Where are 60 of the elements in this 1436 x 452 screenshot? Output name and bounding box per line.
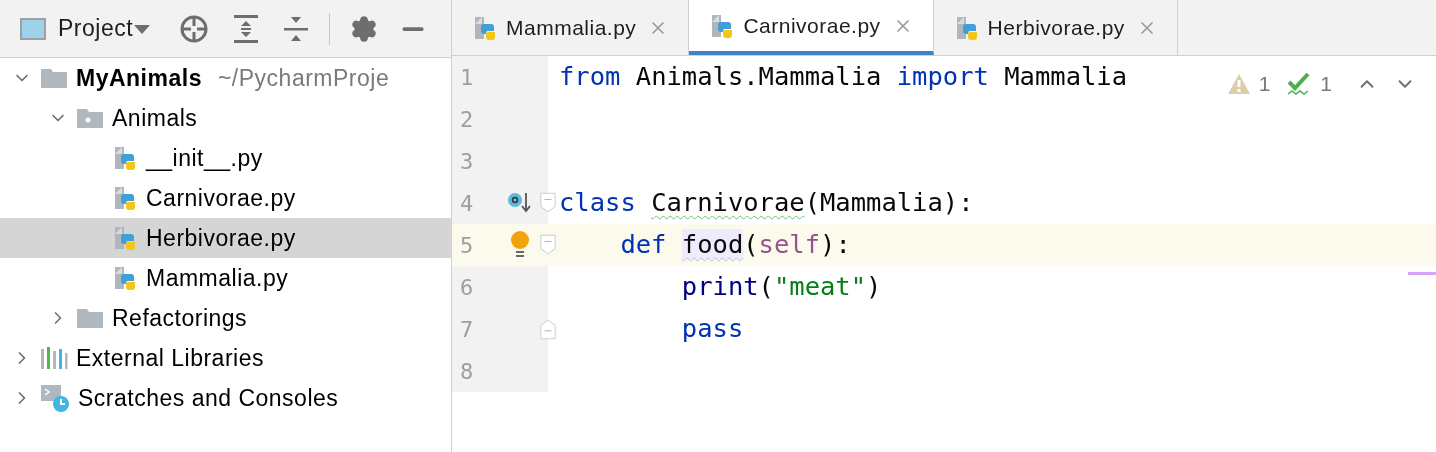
line-number: 3 (459, 147, 475, 176)
project-path: ~/PycharmProje (217, 63, 390, 93)
tab-label: Mammalia.py (506, 14, 637, 41)
tree-item[interactable]: Carnivorae.py (0, 178, 451, 218)
tree-item-label: __init__.py (146, 143, 263, 173)
line-number: 7 (459, 315, 475, 344)
tree-item-label: Refactorings (112, 303, 248, 333)
tree-item[interactable]: __init__.py (0, 138, 451, 178)
expand-all-icon[interactable] (233, 13, 260, 44)
tab-label: Herbivorae.py (987, 14, 1125, 41)
fold-start-icon[interactable] (540, 233, 556, 257)
project-view-dropdown[interactable]: Project (58, 11, 152, 46)
line-number: 1 (459, 63, 475, 92)
tree-item-label: Carnivorae.py (146, 183, 296, 213)
tree-item[interactable]: External Libraries (0, 338, 451, 378)
code-line: pass (680, 316, 744, 342)
editor-tab[interactable]: Carnivorae.py (689, 0, 934, 55)
code-line: class Carnivorae(Mammalia): (558, 190, 974, 216)
tree-item[interactable]: Herbivorae.py (0, 218, 451, 258)
python-file-icon (112, 185, 138, 211)
library-bars-icon (40, 345, 68, 371)
line-number: 2 (459, 105, 475, 134)
project-window-icon (20, 17, 46, 40)
line-number: 8 (459, 357, 475, 386)
python-file-icon (112, 145, 138, 171)
tree-item[interactable]: MyAnimals ~/PycharmProje (0, 58, 451, 98)
tree-item[interactable]: Animals (0, 98, 451, 138)
fold-start-icon[interactable] (540, 191, 556, 215)
code-line: def food(self): (619, 232, 851, 258)
implements-marker-icon[interactable] (507, 191, 533, 215)
tree-item-label: Mammalia.py (146, 263, 289, 293)
line-number: 4 (459, 189, 475, 218)
line-number: 6 (459, 273, 475, 302)
code-line: print("meat") (680, 274, 882, 300)
tab-label: Carnivorae.py (743, 12, 881, 39)
line-number: 5 (459, 231, 475, 260)
tree-item-label: Herbivorae.py (146, 223, 296, 253)
settings-icon[interactable] (350, 14, 379, 43)
python-file-icon (472, 14, 498, 41)
package-folder-icon (76, 106, 104, 130)
crosshair-icon[interactable] (179, 13, 210, 44)
tree-item-label: Scratches and Consoles (78, 383, 339, 413)
folder-icon (76, 306, 104, 330)
error-stripe-mark (1408, 272, 1436, 275)
code-line: from Animals.Mammalia import Mammalia (558, 64, 1128, 90)
warning-count: 1 (1258, 71, 1271, 97)
tree-item-label: Animals (112, 103, 198, 133)
editor-tab[interactable]: Herbivorae.py (933, 0, 1178, 55)
python-file-icon (112, 265, 138, 291)
tree-item-label: External Libraries (76, 343, 264, 373)
folder-icon (40, 66, 68, 90)
lightbulb-icon[interactable] (509, 230, 531, 260)
caret-icon (133, 22, 152, 35)
python-file-icon (112, 225, 138, 251)
tree-item[interactable]: Mammalia.py (0, 258, 451, 298)
tree-item-label: MyAnimals (76, 63, 202, 93)
console-clock-icon (40, 383, 70, 413)
tree-item[interactable]: Scratches and Consoles (0, 378, 451, 418)
typo-count: 1 (1320, 71, 1332, 97)
tree-item[interactable]: Refactorings (0, 298, 451, 338)
